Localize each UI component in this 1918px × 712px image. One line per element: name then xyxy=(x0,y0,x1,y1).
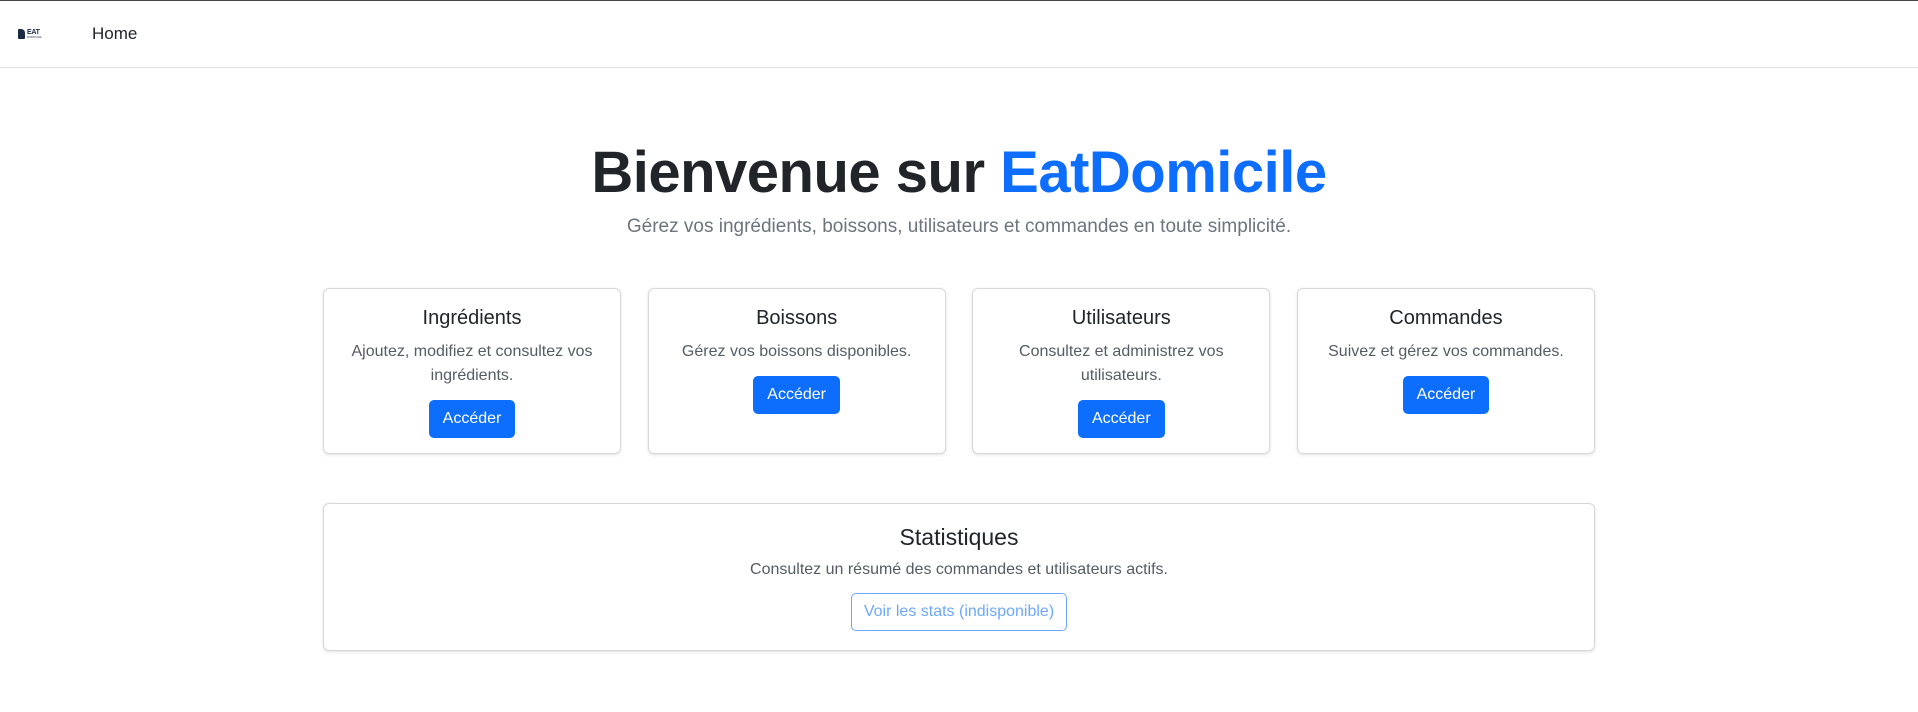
top-navbar: EAT DOMICILE Home xyxy=(0,1,1918,68)
hero-section: Bienvenue sur EatDomicile Gérez vos ingr… xyxy=(0,138,1918,238)
card-title: Boissons xyxy=(756,306,838,329)
card-title: Commandes xyxy=(1389,306,1503,329)
card-ingredients: Ingrédients Ajoutez, modifiez et consult… xyxy=(323,287,621,454)
nav-link-home[interactable]: Home xyxy=(92,24,137,44)
view-stats-button[interactable]: Voir les stats (indisponible) xyxy=(850,592,1068,631)
card-utilisateurs: Utilisateurs Consultez et administrez vo… xyxy=(972,287,1271,454)
page-subtitle: Gérez vos ingrédients, boissons, utilisa… xyxy=(626,215,1292,237)
boissons-access-button[interactable]: Accéder xyxy=(753,375,840,414)
card-commandes: Commandes Suivez et gérez vos commandes.… xyxy=(1296,287,1595,454)
stats-title: Statistiques xyxy=(899,523,1019,550)
stats-card: Statistiques Consultez un résumé des com… xyxy=(323,502,1595,651)
card-description: Suivez et gérez vos commandes. xyxy=(1328,342,1564,360)
title-prefix: Bienvenue sur xyxy=(591,140,1001,205)
page-title: Bienvenue sur EatDomicile xyxy=(0,138,1918,208)
utilisateurs-access-button[interactable]: Accéder xyxy=(1077,399,1165,438)
card-description: Ajoutez, modifiez et consultez vos ingré… xyxy=(351,342,593,384)
logo-mark-icon xyxy=(18,29,25,39)
card-boissons: Boissons Gérez vos boissons disponibles.… xyxy=(647,287,946,454)
ingredients-access-button[interactable]: Accéder xyxy=(428,399,516,438)
card-description: Consultez et administrez vos utilisateur… xyxy=(1019,342,1224,384)
card-description: Gérez vos boissons disponibles. xyxy=(681,342,912,360)
eatdomicile-logo[interactable]: EAT DOMICILE xyxy=(18,26,52,42)
title-brand: EatDomicile xyxy=(1000,140,1327,205)
logo-subtext: DOMICILE xyxy=(27,35,42,39)
commandes-access-button[interactable]: Accéder xyxy=(1402,375,1490,414)
card-title: Ingrédients xyxy=(422,306,522,329)
stats-description: Consultez un résumé des commandes et uti… xyxy=(750,560,1168,578)
card-title: Utilisateurs xyxy=(1071,306,1171,329)
feature-cards: Ingrédients Ajoutez, modifiez et consult… xyxy=(323,287,1595,454)
